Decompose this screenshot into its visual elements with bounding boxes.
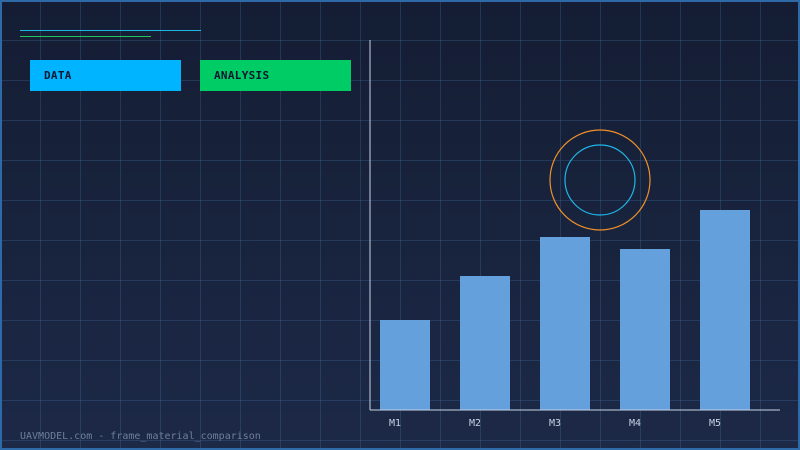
bar-chart: M1 M2 M3 M4 M5 [369, 40, 780, 429]
target-rings [549, 129, 651, 231]
tick-label-m3: M3 [549, 418, 561, 429]
bar-m2 [460, 276, 510, 410]
tick-label-m1: M1 [389, 418, 401, 429]
bar-m4 [620, 249, 670, 410]
inner-ring [564, 144, 636, 216]
bar-m1 [380, 320, 430, 410]
tick-label-m2: M2 [469, 418, 481, 429]
tick-label-m5: M5 [709, 418, 721, 429]
bar-m5 [700, 210, 750, 410]
bar-m3 [540, 237, 590, 410]
tick-label-m4: M4 [629, 418, 641, 429]
dashboard-frame: DATA ANALYSIS M1 M2 M3 M4 M5 UAVMODEL.com - … [0, 0, 800, 450]
x-tick-labels: M1 M2 M3 M4 M5 [389, 418, 721, 429]
footer-caption: UAVMODEL.com - frame_material_comparison [20, 431, 261, 442]
bar-series [380, 210, 750, 410]
